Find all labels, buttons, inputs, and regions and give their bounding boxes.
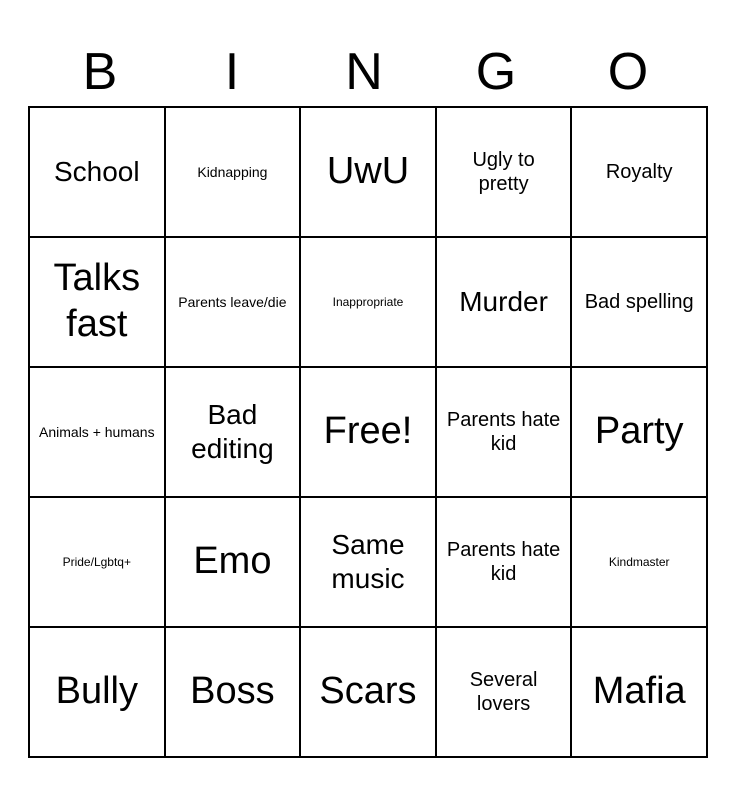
bingo-cell-9[interactable]: Bad spelling (572, 238, 708, 368)
cell-text-9: Bad spelling (585, 290, 694, 314)
cell-text-6: Parents leave/die (178, 294, 286, 311)
cell-text-2: UwU (327, 149, 409, 195)
bingo-cell-20[interactable]: Bully (30, 628, 166, 758)
cell-text-10: Animals + humans (39, 424, 155, 441)
cell-text-17: Same music (309, 528, 427, 595)
header-letter-B: B (44, 42, 164, 102)
cell-text-22: Scars (319, 669, 416, 715)
header-letter-I: I (176, 42, 296, 102)
bingo-cell-1[interactable]: Kidnapping (166, 108, 302, 238)
bingo-cell-14[interactable]: Party (572, 368, 708, 498)
cell-text-4: Royalty (606, 160, 673, 184)
cell-text-23: Several lovers (445, 668, 563, 716)
bingo-cell-6[interactable]: Parents leave/die (166, 238, 302, 368)
bingo-cell-4[interactable]: Royalty (572, 108, 708, 238)
bingo-cell-22[interactable]: Scars (301, 628, 437, 758)
bingo-cell-12[interactable]: Free! (301, 368, 437, 498)
cell-text-20: Bully (56, 669, 138, 715)
bingo-cell-2[interactable]: UwU (301, 108, 437, 238)
bingo-card: BINGO School Kidnapping UwU Ugly to pretty R… (18, 32, 718, 768)
bingo-cell-10[interactable]: Animals + humans (30, 368, 166, 498)
cell-text-24: Mafia (593, 669, 686, 715)
cell-text-5: Talks fast (38, 256, 156, 347)
header-letter-O: O (572, 42, 692, 102)
bingo-cell-21[interactable]: Boss (166, 628, 302, 758)
bingo-cell-24[interactable]: Mafia (572, 628, 708, 758)
bingo-cell-3[interactable]: Ugly to pretty (437, 108, 573, 238)
cell-text-12: Free! (324, 409, 413, 455)
bingo-cell-18[interactable]: Parents hate kid (437, 498, 573, 628)
bingo-cell-17[interactable]: Same music (301, 498, 437, 628)
header-letter-N: N (308, 42, 428, 102)
cell-text-13: Parents hate kid (445, 408, 563, 456)
bingo-cell-8[interactable]: Murder (437, 238, 573, 368)
bingo-cell-16[interactable]: Emo (166, 498, 302, 628)
bingo-cell-11[interactable]: Bad editing (166, 368, 302, 498)
bingo-cell-13[interactable]: Parents hate kid (437, 368, 573, 498)
header-letter-G: G (440, 42, 560, 102)
cell-text-0: School (54, 155, 140, 189)
bingo-cell-19[interactable]: Kindmaster (572, 498, 708, 628)
cell-text-8: Murder (459, 285, 548, 319)
bingo-grid: School Kidnapping UwU Ugly to pretty Royalty… (28, 106, 708, 758)
cell-text-18: Parents hate kid (445, 538, 563, 586)
bingo-header: BINGO (28, 42, 708, 102)
bingo-cell-0[interactable]: School (30, 108, 166, 238)
bingo-cell-15[interactable]: Pride/Lgbtq+ (30, 498, 166, 628)
bingo-cell-23[interactable]: Several lovers (437, 628, 573, 758)
bingo-cell-5[interactable]: Talks fast (30, 238, 166, 368)
cell-text-21: Boss (190, 669, 274, 715)
cell-text-15: Pride/Lgbtq+ (63, 555, 131, 569)
cell-text-14: Party (595, 409, 684, 455)
cell-text-16: Emo (193, 539, 271, 585)
cell-text-11: Bad editing (174, 398, 292, 465)
cell-text-3: Ugly to pretty (445, 148, 563, 196)
cell-text-7: Inappropriate (333, 295, 404, 309)
cell-text-1: Kidnapping (197, 164, 267, 181)
cell-text-19: Kindmaster (609, 555, 670, 569)
bingo-cell-7[interactable]: Inappropriate (301, 238, 437, 368)
